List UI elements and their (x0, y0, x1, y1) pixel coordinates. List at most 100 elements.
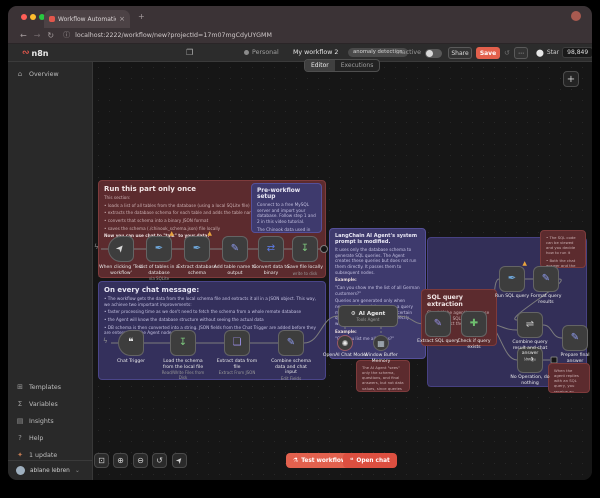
close-window-button[interactable] (21, 14, 27, 20)
node-label: Save file locallywrite to disk (283, 265, 327, 276)
node-extract-data[interactable]: ❏ (224, 330, 250, 356)
github-star-widget[interactable]: ⬤ Star 98,849 (536, 47, 592, 58)
edit-fields-icon: ✎ (571, 333, 579, 343)
node-openai-chat-model[interactable]: ✺ (337, 335, 353, 351)
github-star-label: Star (547, 49, 559, 56)
history-icon[interactable]: ↺ (504, 49, 510, 57)
minimize-window-button[interactable] (30, 14, 36, 20)
binary-icon: ⇄ (267, 244, 275, 254)
sqlite-icon: ✒ (155, 244, 163, 254)
sidebar-item-overview[interactable]: ⌂ Overview (16, 70, 59, 78)
sticky-title: SQL query extraction (427, 294, 491, 308)
node-save-file[interactable]: ↧ (292, 236, 318, 262)
tab-executions[interactable]: Executions (335, 60, 380, 71)
node-run-sql-query[interactable]: ✒ ▲ (499, 266, 525, 292)
n8n-logo-icon: ∾ (22, 48, 30, 58)
chevron-down-icon: ⌄ (75, 467, 80, 474)
node-ai-agent[interactable]: ⚙AI Agent Tools Agent (338, 305, 398, 327)
tab-editor[interactable]: Editor (305, 60, 335, 71)
new-tab-button[interactable]: + (138, 13, 145, 21)
chat-icon: ❝ (350, 458, 353, 464)
view-switcher: Editor Executions (304, 59, 380, 72)
breadcrumb-project[interactable]: Personal (252, 49, 279, 56)
pointer-mode-button[interactable]: ➤ (172, 453, 187, 468)
sidebar-item-insights[interactable]: ▤ Insights (16, 417, 54, 425)
save-button[interactable]: Save (476, 47, 500, 59)
node-load-schema[interactable]: ↧ (170, 330, 196, 356)
flask-icon: ⚗ (293, 458, 298, 464)
browser-url-bar: ← → ↻ ⓘ localhost:2222/workflow/new?proj… (8, 28, 592, 44)
node-label: Chat Trigger (109, 359, 153, 365)
file-read-icon: ↧ (179, 338, 187, 348)
zoom-out-button[interactable]: ⊖ (133, 453, 148, 468)
sqlite-icon: ✒ (193, 244, 201, 254)
node-extract-sql[interactable]: ✎ (425, 311, 451, 337)
node-chat-trigger[interactable]: ❝ (118, 330, 144, 356)
node-label: Prepare final answer (553, 353, 592, 364)
robot-icon: ⚙ (351, 311, 356, 317)
fit-view-button[interactable]: ⊡ (94, 453, 109, 468)
trigger-bolt-icon: ϟ (103, 337, 108, 345)
help-icon: ? (16, 434, 24, 442)
node-format-results[interactable]: ✎ (533, 266, 559, 292)
close-tab-icon[interactable]: × (119, 15, 125, 23)
node-label: Load the schema from the local fileRead/… (161, 359, 205, 381)
edit-fields-icon: ✎ (434, 319, 442, 329)
sidebar-user-menu[interactable]: ablane lebren ⌄ (8, 460, 93, 480)
forward-icon[interactable]: → (34, 32, 41, 40)
node-label: Window Buffer Memory (357, 353, 405, 364)
browser-profile-avatar[interactable] (571, 11, 581, 21)
url-text[interactable]: localhost:2222/workflow/new?projectId=17… (75, 32, 272, 39)
node-convert-binary[interactable]: ⇄ (258, 236, 284, 262)
sidebar-item-help[interactable]: ? Help (16, 434, 43, 442)
n8n-favicon (49, 16, 55, 22)
zoom-in-button[interactable]: ⊕ (113, 453, 128, 468)
node-list-tables[interactable]: ✒ ▲ (146, 236, 172, 262)
sidebar-item-updates[interactable]: ✦ 1 update (16, 451, 57, 459)
reset-zoom-button[interactable]: ↺ (152, 453, 167, 468)
sidebar-item-variables[interactable]: Σ Variables (16, 400, 58, 408)
sticky-note-top-right[interactable]: • The SQL code can be viewed and you dec… (540, 230, 586, 268)
browser-tab[interactable]: Workflow Automation - n8n × (44, 10, 130, 28)
home-icon: ⌂ (16, 70, 24, 78)
edit-fields-icon: ✎ (287, 338, 295, 348)
node-label: Combine query result and chat answerMerg… (508, 340, 552, 362)
site-info-icon[interactable]: ⓘ (63, 32, 70, 39)
sidebar: ⌂ Overview ⊞ Templates Σ Variables ▤ Ins… (8, 62, 93, 480)
workflow-name[interactable]: My workflow 2 (293, 49, 338, 56)
cursor-icon: ➤ (114, 243, 127, 256)
trigger-bolt-icon: ϟ (94, 243, 99, 251)
tab-title: Workflow Automation - n8n (58, 16, 116, 23)
back-icon[interactable]: ← (20, 32, 27, 40)
browser-tab-strip: Workflow Automation - n8n × + (8, 6, 592, 28)
workflow-canvas[interactable]: Run this part only once This section: • … (93, 62, 592, 480)
active-toggle[interactable] (425, 49, 442, 58)
app-header: ∾ n8n ❐ Personal My workflow 2 anomaly d… (8, 44, 592, 62)
node-prepare-final-answer[interactable]: ✎ (562, 325, 588, 351)
sidebar-item-templates[interactable]: ⊞ Templates (16, 383, 61, 391)
node-add-table-name[interactable]: ✎ (222, 236, 248, 262)
user-icon (244, 50, 249, 55)
warning-icon: ▲ (522, 260, 527, 267)
open-chat-button[interactable]: ❝ Open chat (343, 453, 397, 468)
share-button[interactable]: Share (448, 47, 472, 59)
node-merge-result-answer[interactable]: ⇌ (517, 312, 543, 338)
reload-icon[interactable]: ↻ (47, 32, 54, 40)
node-manual-trigger[interactable]: ➤ (108, 236, 134, 262)
panel-toggle-icon[interactable]: ❐ (186, 48, 193, 57)
add-node-button[interactable]: + (563, 71, 579, 87)
sticky-note-agent-privacy[interactable]: The AI Agent "sees" only the schema, que… (356, 360, 410, 392)
node-window-buffer-memory[interactable]: ▦ (373, 335, 389, 351)
sticky-note-bottom-right[interactable]: When the agent replies with an SQL query… (548, 363, 590, 393)
more-actions-button[interactable]: ⋯ (514, 47, 528, 59)
node-label: No Operation, do nothing (508, 375, 552, 386)
node-check-query-exists[interactable]: ✚ (461, 311, 487, 337)
n8n-logo[interactable]: ∾ n8n (22, 48, 49, 58)
openai-icon: ✺ (342, 339, 349, 348)
node-label: Extract data from fileExtract From JSON (215, 359, 259, 376)
pointer-icon: ➤ (174, 455, 185, 466)
insights-icon: ▤ (16, 417, 24, 425)
node-extract-schema[interactable]: ✒ ▲ (184, 236, 210, 262)
browser-window: Workflow Automation - n8n × + ← → ↻ ⓘ lo… (8, 6, 592, 480)
node-combine-schema-chat[interactable]: ✎ (278, 330, 304, 356)
